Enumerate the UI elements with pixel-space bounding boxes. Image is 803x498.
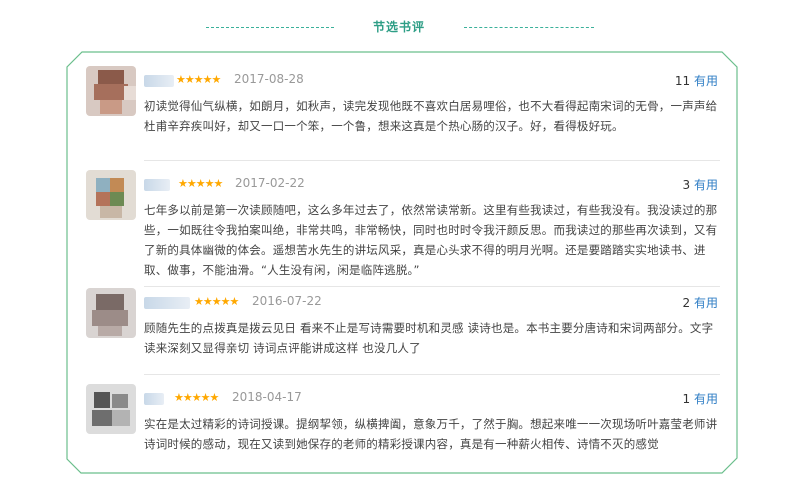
rating-stars: ★★★★★ <box>176 73 221 86</box>
useful-button[interactable]: 有用 <box>694 296 718 310</box>
useful-button[interactable]: 有用 <box>694 392 718 406</box>
review-date: 2016-07-22 <box>252 294 322 308</box>
review-content: 初读觉得仙气纵横，如朗月，如秋声，读完发现他既不喜欢白居易哩俗，也不大看得起南宋… <box>144 99 718 133</box>
section-header: 节选书评 <box>0 18 803 38</box>
username-blurred[interactable] <box>144 179 170 191</box>
avatar[interactable] <box>86 384 136 434</box>
useful-count: 2 有用 <box>683 294 718 311</box>
username-blurred[interactable] <box>144 393 164 405</box>
review-date: 2018-04-17 <box>232 390 302 404</box>
review-separator <box>144 374 720 375</box>
useful-count-number: 11 <box>674 74 691 88</box>
useful-count: 1 有用 <box>683 390 718 407</box>
useful-count-number: 2 <box>682 296 691 310</box>
review-date: 2017-02-22 <box>235 176 305 190</box>
useful-count-number: 1 <box>682 392 691 406</box>
useful-button[interactable]: 有用 <box>694 178 718 192</box>
rating-stars: ★★★★★ <box>174 391 219 404</box>
username-blurred[interactable] <box>144 75 174 87</box>
rating-stars: ★★★★★ <box>178 177 223 190</box>
review-content: 实在是太过精彩的诗词授课。提纲挈领，纵横捭阖，意象万千，了然于胸。想起来唯一一次… <box>144 417 718 451</box>
header-divider-left <box>206 27 334 28</box>
username-blurred[interactable] <box>144 297 190 309</box>
rating-stars: ★★★★★ <box>194 295 239 308</box>
avatar[interactable] <box>86 288 136 338</box>
review-separator <box>144 286 720 287</box>
avatar[interactable] <box>86 170 136 220</box>
useful-count: 3 有用 <box>683 176 718 193</box>
review-date: 2017-08-28 <box>234 72 304 86</box>
review-content: 七年多以前是第一次读顾随吧，这么多年过去了，依然常读常新。这里有些我读过，有些我… <box>144 203 718 277</box>
section-title: 节选书评 <box>372 20 425 34</box>
useful-button[interactable]: 有用 <box>694 74 718 88</box>
review-content: 顾随先生的点拨真是拨云见日 看来不止是写诗需要时机和灵感 读诗也是。本书主要分唐… <box>144 321 714 355</box>
useful-count: 11 有用 <box>675 72 718 89</box>
header-divider-right <box>464 27 594 28</box>
review-separator <box>144 160 720 161</box>
useful-count-number: 3 <box>682 178 691 192</box>
avatar[interactable] <box>86 66 136 116</box>
